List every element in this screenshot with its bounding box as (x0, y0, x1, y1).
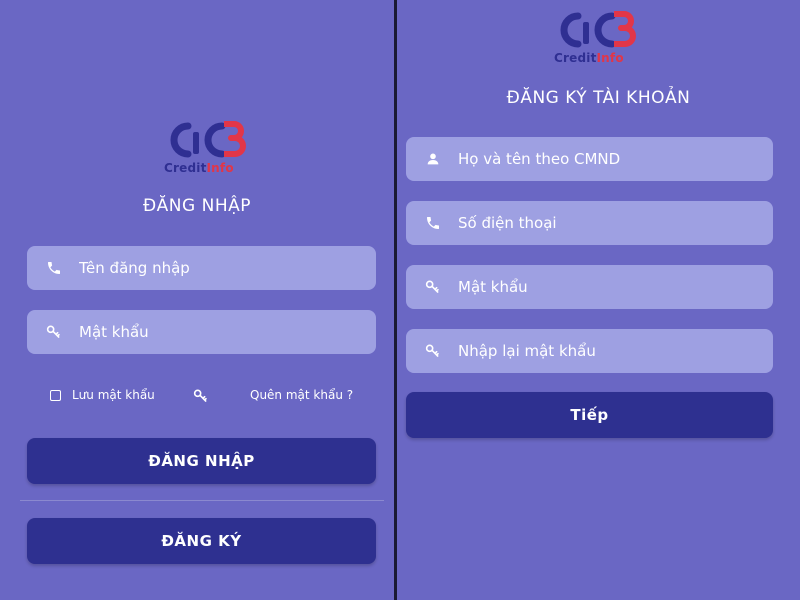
cic-logo: CreditInfo (550, 10, 640, 70)
phone-icon (422, 214, 444, 232)
cic-logo: CreditInfo (160, 120, 250, 180)
key-icon (43, 323, 65, 341)
next-button[interactable]: Tiếp (406, 392, 773, 438)
logo-credit-text: Credit (554, 51, 597, 65)
fullname-input[interactable] (458, 150, 718, 168)
phone-field[interactable] (406, 201, 773, 245)
key-icon (422, 278, 444, 296)
remember-label[interactable]: Lưu mật khẩu (72, 388, 155, 402)
password-field[interactable] (27, 310, 376, 354)
register-password-field[interactable] (406, 265, 773, 309)
logo-credit-text: Credit (164, 161, 207, 175)
login-screen: CreditInfo ĐĂNG NHẬP Lưu mật khẩu Quên m… (0, 0, 394, 600)
register-title: ĐĂNG KÝ TÀI KHOẢN (506, 88, 691, 108)
register-password-input[interactable] (458, 278, 718, 296)
logo-wordmark: CreditInfo (164, 161, 234, 175)
logo-info-text: Info (596, 51, 624, 65)
login-options: Lưu mật khẩu Quên mật khẩu ? (0, 386, 394, 406)
key-icon (422, 342, 444, 360)
divider (20, 500, 384, 501)
forgot-password-link[interactable]: Quên mật khẩu ? (250, 388, 353, 402)
password-input[interactable] (79, 323, 339, 341)
cic-logo-icon (560, 11, 636, 48)
user-icon (422, 150, 444, 168)
logo-info-text: Info (206, 161, 234, 175)
cic-logo-icon (170, 121, 246, 158)
username-field[interactable] (27, 246, 376, 290)
register-button[interactable]: ĐĂNG KÝ (27, 518, 376, 564)
phone-icon (43, 259, 65, 277)
fullname-field[interactable] (406, 137, 773, 181)
remember-checkbox[interactable] (50, 390, 61, 401)
login-button[interactable]: ĐĂNG NHẬP (27, 438, 376, 484)
phone-input[interactable] (458, 214, 718, 232)
key-icon (193, 388, 209, 404)
confirm-password-input[interactable] (458, 342, 718, 360)
confirm-password-field[interactable] (406, 329, 773, 373)
username-input[interactable] (79, 259, 339, 277)
login-title: ĐĂNG NHẬP (143, 196, 251, 216)
logo-wordmark: CreditInfo (554, 51, 624, 65)
